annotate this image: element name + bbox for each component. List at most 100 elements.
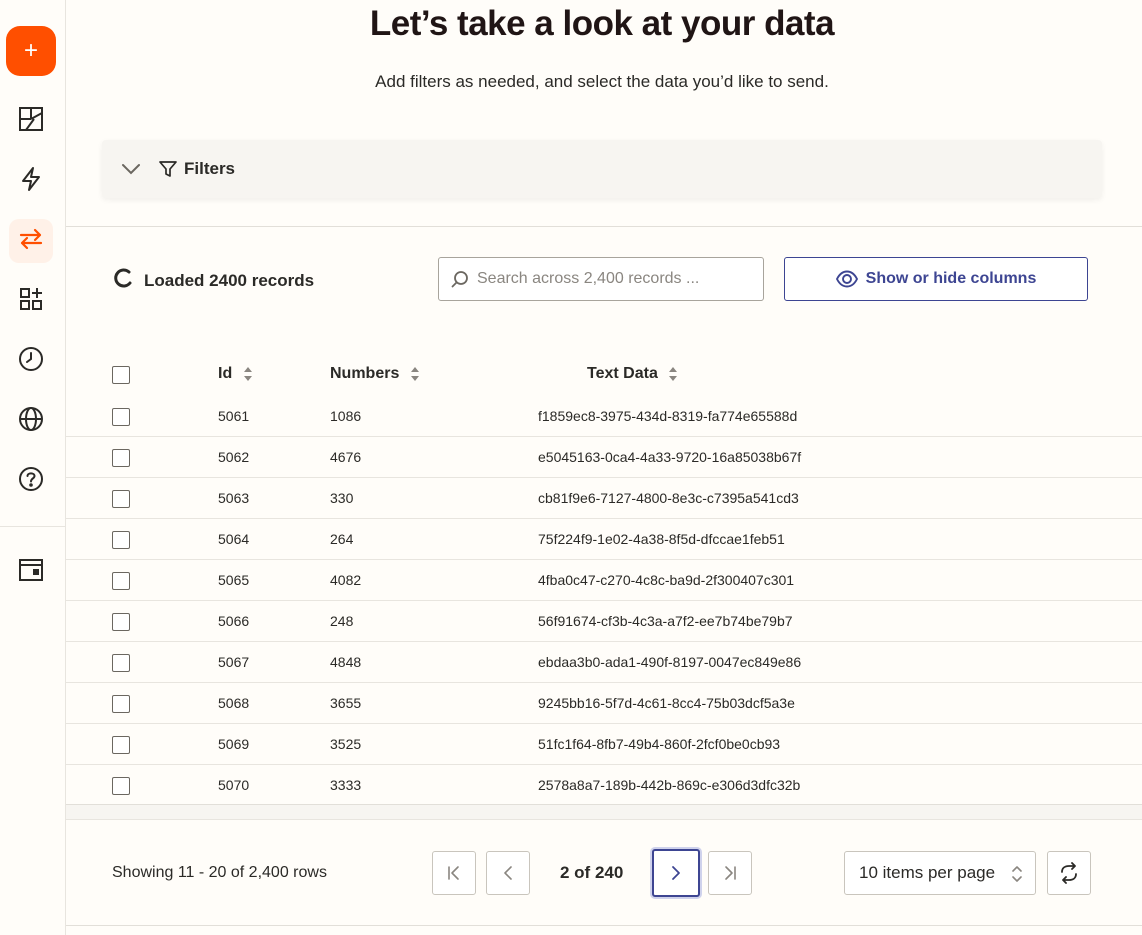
last-page-icon [725,866,736,880]
first-page-icon [448,866,459,880]
cell-text-data: cb81f9e6-7127-4800-8e3c-c7395a541cd3 [538,490,799,506]
chevron-up-down-icon [1012,866,1022,882]
search-icon [451,270,469,288]
cell-id: 5065 [218,572,250,588]
table-row[interactable]: 5062 4676 e5045163-0ca4-4a33-9720-16a850… [66,437,1142,478]
cell-text-data: 56f91674-cf3b-4c3a-a7f2-ee7b74be79b7 [538,613,793,629]
table-row[interactable]: 5070 3333 2578a8a7-189b-442b-869c-e306d3… [66,765,1142,806]
sidebar-item-zaps[interactable] [9,159,53,203]
row-checkbox[interactable] [112,654,130,672]
sort-icon [410,366,419,381]
show-hide-columns-button[interactable]: Show or hide columns [784,257,1088,301]
globe-icon [18,406,44,437]
table-row[interactable]: 5068 3655 9245bb16-5f7d-4c61-8cc4-75b03d… [66,683,1142,724]
apps-add-icon [18,286,44,317]
page-subtitle: Add filters as needed, and select the da… [375,72,829,91]
cell-numbers: 264 [330,531,354,547]
row-checkbox[interactable] [112,572,130,590]
table-row[interactable]: 5066 248 56f91674-cf3b-4c3a-a7f2-ee7b74b… [66,601,1142,642]
table-row[interactable]: 5063 330 cb81f9e6-7127-4800-8e3c-c7395a5… [66,478,1142,519]
footer-divider [66,819,1142,820]
window-icon [18,557,44,588]
sidebar-item-dashboard[interactable] [9,99,53,143]
table-footer-band [66,805,1142,819]
rows-range-text: Showing 11 - 20 of 2,400 rows [112,864,327,881]
lightning-icon [19,166,43,197]
column-header-numbers[interactable]: Numbers [330,352,420,396]
cell-id: 5064 [218,531,250,547]
column-header-label: Id [218,365,233,382]
table-row[interactable]: 5064 264 75f224f9-1e02-4a38-8f5d-dfccae1… [66,519,1142,560]
table-row[interactable]: 5069 3525 51fc1f64-8fb7-49b4-860f-2fcf0b… [66,724,1142,765]
column-header-label: Numbers [330,365,400,382]
cell-id: 5070 [218,777,250,793]
select-all-checkbox[interactable] [112,366,130,384]
search-box[interactable] [438,257,764,301]
chevron-down-icon [120,158,142,180]
sidebar: + [0,0,66,935]
filters-toggle[interactable]: Filters [102,140,1102,198]
previous-page-button[interactable] [486,851,530,895]
cell-numbers: 330 [330,490,354,506]
row-checkbox[interactable] [112,613,130,631]
sidebar-item-help[interactable] [9,459,53,503]
row-checkbox[interactable] [112,449,130,467]
search-input[interactable] [477,270,747,288]
column-header-text-data[interactable]: Text Data [587,352,678,396]
main-content: Let’s take a look at your data Add filte… [66,0,1142,935]
sidebar-divider [0,526,65,527]
cell-text-data: 4fba0c47-c270-4c8c-ba9d-2f300407c301 [538,572,795,588]
filter-icon [158,159,178,179]
cell-text-data: 51fc1f64-8fb7-49b4-860f-2fcf0be0cb93 [538,736,781,752]
cell-text-data: 75f224f9-1e02-4a38-8f5d-dfccae1feb51 [538,531,785,547]
sidebar-item-transfer[interactable] [9,219,53,263]
cell-id: 5062 [218,449,250,465]
column-header-id[interactable]: Id [218,352,253,396]
cell-numbers: 3525 [330,736,362,752]
filters-label: Filters [184,159,236,178]
refresh-icon [1061,862,1077,884]
row-checkbox[interactable] [112,490,130,508]
row-checkbox[interactable] [112,531,130,549]
cell-numbers: 4848 [330,654,362,670]
eye-icon [835,268,858,290]
first-page-button[interactable] [432,851,476,895]
next-page-button[interactable] [652,849,700,897]
row-checkbox[interactable] [112,777,130,795]
sidebar-item-interfaces[interactable] [9,550,53,594]
items-per-page-value: 10 items per page [859,863,996,882]
cell-text-data: ebdaa3b0-ada1-490f-8197-0047ec849e86 [538,654,802,670]
sort-icon [243,366,252,381]
page-indicator: 2 of 240 [560,863,624,882]
cell-text-data: f1859ec8-3975-434d-8319-fa774e65588d [538,408,798,424]
cell-id: 5066 [218,613,250,629]
table-row[interactable]: 5061 1086 f1859ec8-3975-434d-8319-fa774e… [66,396,1142,437]
column-header-label: Text Data [587,365,658,382]
table-row[interactable]: 5065 4082 4fba0c47-c270-4c8c-ba9d-2f3004… [66,560,1142,601]
show-hide-columns-label: Show or hide columns [865,270,1037,287]
row-checkbox[interactable] [112,695,130,713]
create-button[interactable]: + [6,26,56,76]
divider [66,226,1142,227]
sort-icon [669,366,678,381]
items-per-page-select[interactable]: 10 items per page [844,851,1036,895]
row-checkbox[interactable] [112,408,130,426]
cell-numbers: 1086 [330,408,362,424]
row-checkbox[interactable] [112,736,130,754]
page-title: Let’s take a look at your data [369,4,835,43]
last-page-button[interactable] [708,851,752,895]
cell-text-data: 9245bb16-5f7d-4c61-8cc4-75b03dcf5a3e [538,695,795,711]
cell-id: 5069 [218,736,250,752]
data-table: Id Numbers Text Data 5061 1086 f1859ec8-… [66,352,1142,806]
loading-spinner-icon [114,268,134,293]
table-header-row: Id Numbers Text Data [66,352,1142,396]
cell-numbers: 248 [330,613,354,629]
sidebar-item-apps[interactable] [9,279,53,323]
cell-text-data: 2578a8a7-189b-442b-869c-e306d3dfc32b [538,777,801,793]
refresh-button[interactable] [1047,851,1091,895]
sidebar-item-history[interactable] [9,339,53,383]
plus-icon: + [23,37,38,64]
sidebar-item-explore[interactable] [9,399,53,443]
table-row[interactable]: 5067 4848 ebdaa3b0-ada1-490f-8197-0047ec… [66,642,1142,683]
clock-icon [18,346,44,377]
